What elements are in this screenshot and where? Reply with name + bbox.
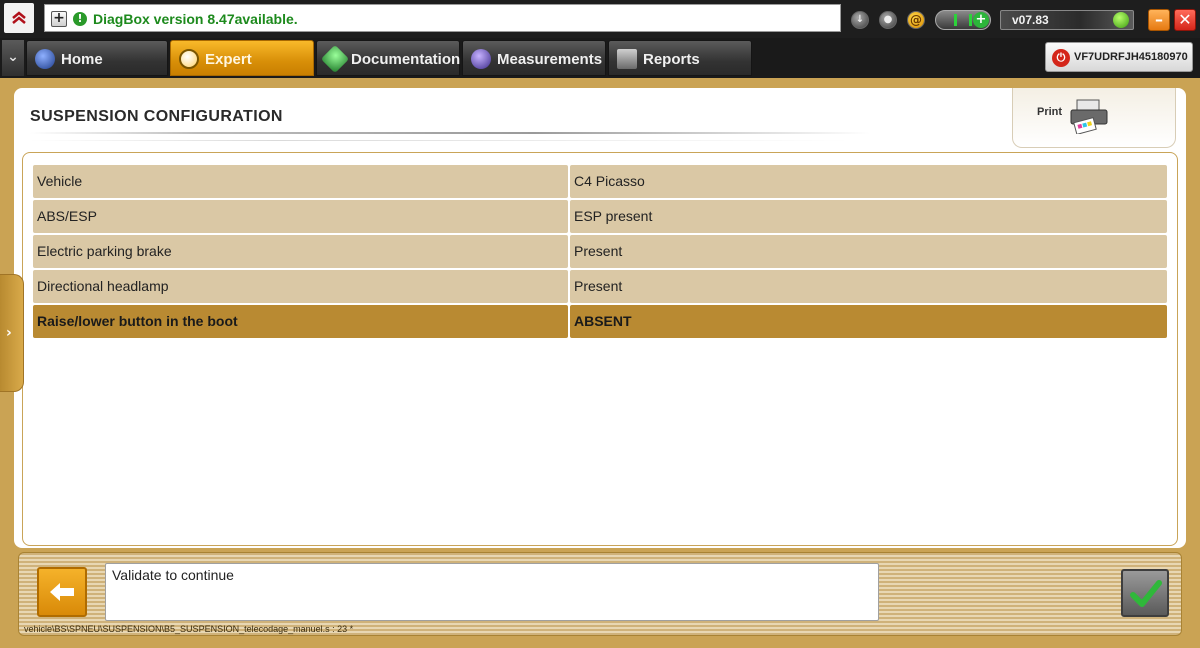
tab-bar: ⌄ Home Expert Documentation Measurements… [0,38,1200,78]
table-row[interactable]: Directional headlamp Present [33,270,1167,303]
configuration-table: Vehicle C4 Picasso ABS/ESP ESP present E… [22,152,1178,546]
row-value: C4 Picasso [570,165,1167,198]
notification-bar: + ! DiagBox version 8.47available. [44,4,841,32]
instruction-text: Validate to continue [112,567,234,583]
back-button[interactable] [37,567,87,617]
magnifier-icon [179,49,199,69]
close-button[interactable]: ✕ [1174,9,1196,31]
script-path: vehicle\BS\SPNEU\SUSPENSION\B5_SUSPENSIO… [24,624,354,634]
power-icon: ⏻ [1052,49,1070,67]
main-frame: SUSPENSION CONFIGURATION Print Vehicle C… [0,78,1200,648]
citroen-logo-icon [4,3,34,33]
back-arrow-icon [50,583,74,601]
home-icon [35,49,55,69]
book-icon [320,44,350,74]
minimize-button[interactable]: – [1148,9,1170,31]
user-icon[interactable]: ● [879,11,897,29]
vin-number: VF7UDRFJH45180970 [1074,51,1188,63]
tab-measurements-label: Measurements [497,51,603,68]
page-title: SUSPENSION CONFIGURATION [30,108,283,125]
menu-chevron-icon[interactable]: ⌄ [2,40,24,76]
tab-home[interactable]: Home [26,40,168,76]
table-row[interactable]: Vehicle C4 Picasso [33,165,1167,198]
printer-icon [1070,99,1108,134]
info-icon: ! [73,12,87,26]
waveform-icon [471,49,491,69]
validate-button[interactable] [1121,569,1169,617]
row-key: Raise/lower button in the boot [33,305,568,338]
tab-expert[interactable]: Expert [170,40,314,76]
title-divider-secondary [30,140,850,141]
row-key: ABS/ESP [33,200,568,233]
tab-reports[interactable]: Reports [608,40,752,76]
tab-documentation[interactable]: Documentation [316,40,460,76]
plus-icon: + [973,12,989,28]
row-key: Vehicle [33,165,568,198]
report-icon [617,49,637,69]
row-value: ABSENT [570,305,1167,338]
print-label: Print [1037,106,1063,118]
version-display: v07.83 [1000,10,1134,30]
row-key: Directional headlamp [33,270,568,303]
tab-documentation-label: Documentation [351,51,461,68]
tab-home-label: Home [61,51,103,68]
row-value: Present [570,235,1167,268]
at-icon[interactable]: @ [907,11,925,29]
connection-toggle-icon[interactable]: + [935,10,991,30]
content-panel: SUSPENSION CONFIGURATION Print Vehicle C… [14,88,1186,548]
download-icon[interactable]: ↓ [851,11,869,29]
update-message: DiagBox version 8.47available. [93,11,298,27]
side-expand-handle[interactable]: › [0,274,24,392]
table-row[interactable]: Electric parking brake Present [33,235,1167,268]
vin-badge[interactable]: ⏻ VF7UDRFJH45180970 [1045,42,1193,72]
table-row-selected[interactable]: Raise/lower button in the boot ABSENT [33,305,1167,338]
tab-reports-label: Reports [643,51,700,68]
print-button[interactable]: Print [1012,88,1176,148]
version-label: v07.83 [1012,13,1049,27]
side-expand-icon: › [6,325,12,341]
usb-icon [1113,12,1129,28]
checkmark-icon [1130,580,1162,607]
plus-icon[interactable]: + [51,11,67,27]
instruction-box: Validate to continue [105,563,879,621]
tab-expert-label: Expert [205,51,252,68]
title-divider [30,132,870,134]
tab-measurements[interactable]: Measurements [462,40,606,76]
top-bar: + ! DiagBox version 8.47available. ↓ ● @… [0,0,1200,38]
table-row[interactable]: ABS/ESP ESP present [33,200,1167,233]
row-value: ESP present [570,200,1167,233]
row-value: Present [570,270,1167,303]
row-key: Electric parking brake [33,235,568,268]
